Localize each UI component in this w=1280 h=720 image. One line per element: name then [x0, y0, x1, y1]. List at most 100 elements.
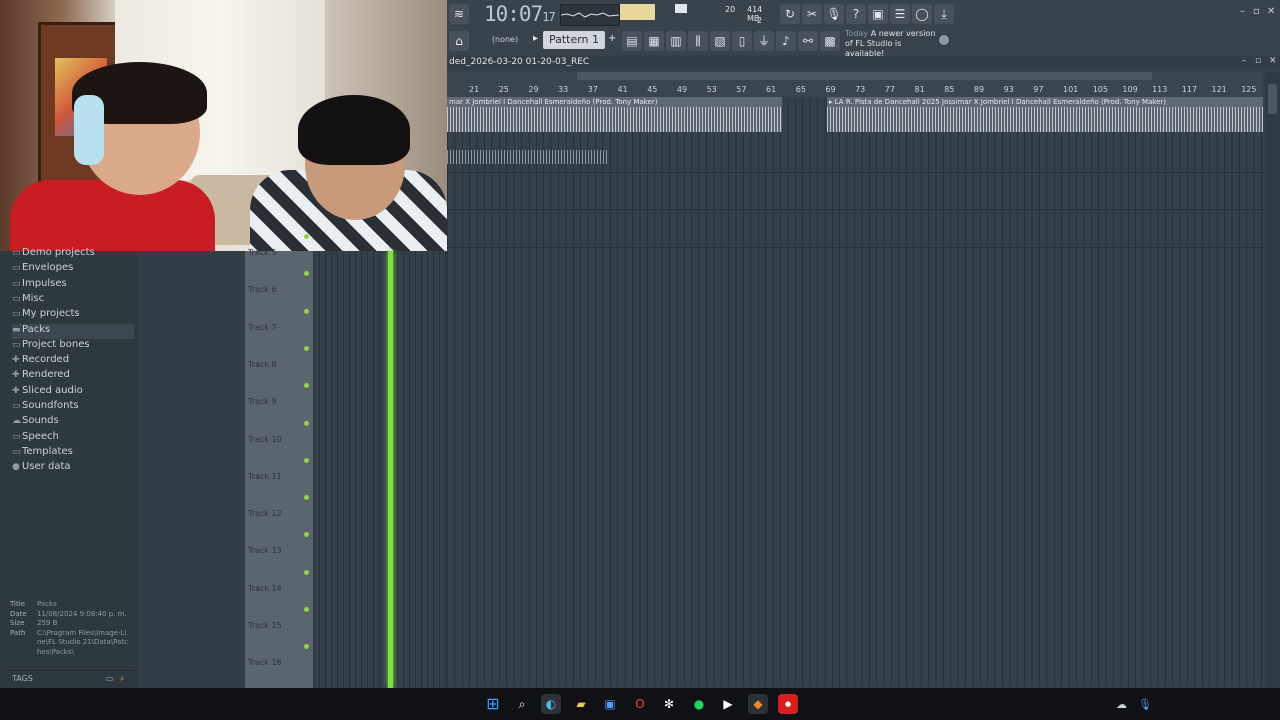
snap-select[interactable]: (none)	[481, 33, 529, 47]
track-label[interactable]: Track 5	[248, 248, 277, 257]
track-mute-led[interactable]	[304, 569, 309, 575]
vertical-scrollbar[interactable]	[1265, 72, 1280, 688]
browser-item-user-data[interactable]: ● User data	[12, 461, 71, 476]
windows-start-icon[interactable]: ⊞	[483, 694, 503, 714]
folder-icon: ▭	[12, 263, 21, 274]
red-app-icon[interactable]: ●	[778, 694, 798, 714]
fl-studio-icon[interactable]: ◆	[748, 694, 768, 714]
snap-icon[interactable]: ⌂	[449, 31, 469, 51]
playlist-grid[interactable]: mar X Jombriel I Dancehall Esmeraldeño (…	[447, 97, 1263, 687]
mixer-icon[interactable]: ☰	[890, 4, 910, 24]
save-icon[interactable]: ▣	[868, 4, 888, 24]
browser-item-packs[interactable]: ▬Packs	[12, 323, 134, 339]
playlist-maximize-icon[interactable]: ▫	[1255, 56, 1261, 66]
oscilloscope	[560, 4, 620, 26]
mic-tray-icon[interactable]: 🎙	[1138, 698, 1152, 711]
browser-item-demo-projects[interactable]: ▭Demo projects	[12, 247, 95, 262]
browser-item-project-bones[interactable]: ▭Project bones	[12, 339, 90, 354]
track-mute-led[interactable]	[304, 345, 309, 351]
track-label[interactable]: Track 13	[248, 546, 282, 555]
browser-item-label: Sounds	[22, 415, 59, 427]
browser-item-rendered[interactable]: ✚ Rendered	[12, 369, 70, 384]
track-mute-led[interactable]	[304, 457, 309, 463]
track-mute-led[interactable]	[304, 308, 309, 314]
folder-icon: ▭	[12, 248, 21, 258]
browser-item-misc[interactable]: ▭Misc	[12, 293, 44, 308]
cut-icon[interactable]: ✂	[802, 4, 822, 24]
plugin-icon[interactable]: ⏚	[754, 31, 774, 51]
network-icon[interactable]: ☁	[1116, 698, 1127, 711]
search-taskbar-icon[interactable]: ⌕	[512, 694, 532, 714]
browser-item-my-projects[interactable]: ▭My projects	[12, 308, 80, 323]
pattern-prev-icon[interactable]: ▸	[533, 33, 538, 44]
audio-clip-2[interactable]: ▸ LA R. Pista de Dancehall 2025 Jossimar…	[827, 97, 1263, 132]
store-taskbar-icon[interactable]: ▣	[600, 694, 620, 714]
browser-item-templates[interactable]: ▭Templates	[12, 446, 73, 461]
tags-bar[interactable]: TAGS ▭ ⌕	[8, 670, 134, 686]
browser-item-soundfonts[interactable]: ▭Soundfonts	[12, 400, 79, 415]
track-label[interactable]: Track 9	[248, 397, 277, 406]
browser-item-sounds[interactable]: ☁Sounds	[12, 415, 59, 430]
media-player-icon[interactable]: ▶	[718, 694, 738, 714]
timeline-ruler[interactable]: 21 25 29 33 37 41 45 49 53 57 61 65 69 73 77 81 85 89 93 97…	[447, 72, 1263, 98]
volume-meter	[620, 4, 655, 20]
track-mute-led[interactable]	[304, 234, 309, 239]
browser-icon[interactable]: ▯	[732, 31, 752, 51]
globe-icon[interactable]	[939, 35, 949, 45]
track-label[interactable]: Track 12	[248, 509, 282, 518]
spotify-icon[interactable]: ●	[689, 694, 709, 714]
close-icon[interactable]: ✕	[1267, 6, 1275, 17]
store-icon[interactable]: ▩	[820, 31, 840, 51]
browser-item-speech[interactable]: ▭Speech	[12, 431, 59, 446]
horizontal-scrollbar[interactable]	[577, 72, 1152, 80]
mixer-view-icon[interactable]: ⫼	[688, 31, 708, 51]
track-label[interactable]: Track 15	[248, 621, 282, 630]
step-sequencer-icon[interactable]: ▦	[644, 31, 664, 51]
chat-icon[interactable]: ◯	[912, 4, 932, 24]
track-label[interactable]: Track 11	[248, 472, 282, 481]
track-label[interactable]: Track 6	[248, 285, 277, 294]
browser-item-envelopes[interactable]: ▭Envelopes	[12, 262, 73, 277]
link-icon[interactable]: ⚯	[798, 31, 818, 51]
track-label[interactable]: Track 10	[248, 435, 282, 444]
track-label[interactable]: Track 16	[248, 658, 282, 667]
channel-rack-icon[interactable]: ▧	[710, 31, 730, 51]
tempo-icon[interactable]: ♪	[776, 31, 796, 51]
search-icon[interactable]: ⌕	[120, 671, 124, 686]
track-label[interactable]: Track 8	[248, 360, 277, 369]
playlist-grid-left[interactable]	[313, 251, 447, 688]
vertical-scroll-thumb[interactable]	[1268, 84, 1277, 114]
track-mute-led[interactable]	[304, 420, 309, 426]
help-icon[interactable]: ?	[846, 4, 866, 24]
chatgpt-icon[interactable]: ✻	[659, 694, 679, 714]
opera-icon[interactable]: O	[630, 694, 650, 714]
minimize-icon[interactable]: –	[1240, 6, 1245, 17]
edge-icon[interactable]: ◐	[541, 694, 561, 714]
playhead[interactable]	[388, 251, 393, 688]
browser-item-impulses[interactable]: ▭Impulses	[12, 278, 67, 293]
folder-icon: ▭	[12, 446, 21, 457]
tags-folder-icon[interactable]: ▭	[106, 671, 114, 686]
menu-icon[interactable]: ≋	[449, 4, 469, 24]
song-position-clock[interactable]: 10:0717	[484, 2, 556, 26]
playlist-close-icon[interactable]: ✕	[1269, 56, 1277, 66]
piano-roll-icon[interactable]: ▥	[666, 31, 686, 51]
file-explorer-icon[interactable]: ▰	[571, 694, 591, 714]
browser-item-sliced-audio[interactable]: ✚ Sliced audio	[12, 385, 83, 400]
playlist-minimize-icon[interactable]: –	[1242, 56, 1247, 66]
audio-clip-1[interactable]: mar X Jombriel I Dancehall Esmeraldeño (…	[447, 97, 782, 132]
microphone-icon[interactable]: 🎙	[824, 4, 844, 24]
track-label[interactable]: Track 7	[248, 323, 277, 332]
download-icon[interactable]: ⤓	[934, 4, 954, 24]
maximize-icon[interactable]: ▫	[1253, 6, 1260, 17]
audio-clip-3-waveform[interactable]	[447, 150, 609, 164]
pattern-add-icon[interactable]: +	[608, 33, 616, 44]
track-mute-led[interactable]	[304, 607, 309, 612]
main-toolbar: ≋ 10:0717 20 414 MB 2 ↻ ✂ 🎙 ? ▣ ☰ ◯ ⤓ – …	[447, 0, 1280, 59]
pattern-selector[interactable]: Pattern 1	[543, 31, 605, 49]
update-hint[interactable]: Today A newer version of FL Studio is av…	[845, 29, 941, 59]
playlist-icon[interactable]: ▤	[622, 31, 642, 51]
browser-item-recorded[interactable]: ✚ Recorded	[12, 354, 69, 369]
refresh-icon[interactable]: ↻	[780, 4, 800, 24]
track-label[interactable]: Track 14	[248, 584, 282, 593]
